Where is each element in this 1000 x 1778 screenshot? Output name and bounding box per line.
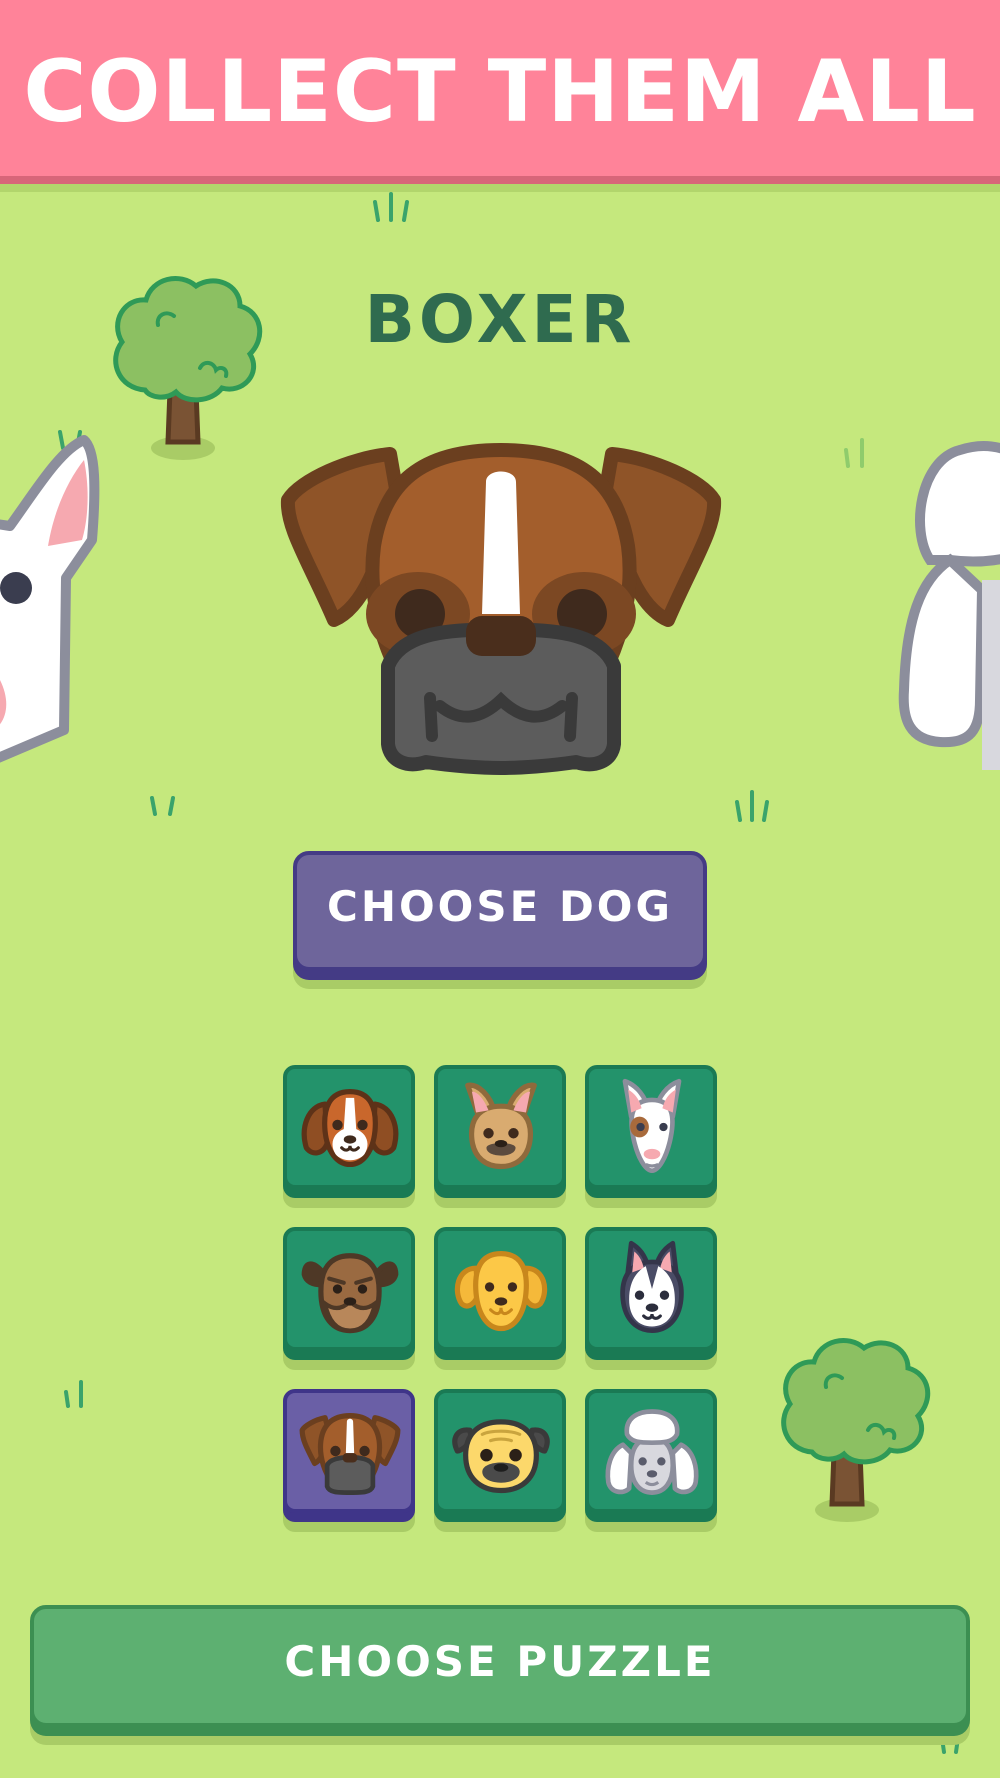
bull-terrier-preview	[0, 435, 100, 763]
dog-tile-terrier[interactable]	[283, 1227, 415, 1351]
grass-tuft-icon	[64, 1380, 83, 1408]
dog-tile-pug[interactable]	[434, 1389, 566, 1513]
pug-icon	[452, 1419, 550, 1494]
dog-tile-golden-retriever[interactable]	[434, 1227, 566, 1351]
grass-tuft-icon	[940, 1736, 960, 1754]
beagle-icon	[301, 1089, 399, 1168]
boxer-icon	[299, 1413, 401, 1495]
grass-tuft-icon	[735, 790, 769, 822]
boxer-large-icon	[280, 443, 722, 775]
poodle-preview	[898, 441, 1000, 770]
grass-tuft-icon	[373, 192, 409, 222]
dog-tile-beagle[interactable]	[283, 1065, 415, 1189]
grass-tuft-icon	[844, 438, 864, 468]
terrier-icon	[301, 1253, 399, 1334]
poodle-icon	[605, 1409, 699, 1495]
dog-tile-boxer[interactable]	[283, 1389, 415, 1513]
header-banner: COLLECT THEM ALL	[0, 0, 1000, 176]
bull-terrier-icon	[622, 1078, 682, 1174]
choose-dog-button[interactable]: CHOOSE DOG	[293, 851, 707, 971]
french-bulldog-icon	[465, 1082, 537, 1170]
dog-tile-poodle[interactable]	[585, 1389, 717, 1513]
selected-dog-name: BOXER	[364, 281, 636, 358]
dog-tile-french-bulldog[interactable]	[434, 1065, 566, 1189]
tree-icon	[781, 1338, 931, 1522]
golden-retriever-icon	[454, 1251, 548, 1332]
grass-tuft-icon	[150, 796, 175, 816]
dog-tile-bull-terrier[interactable]	[585, 1065, 717, 1189]
dog-tile-husky[interactable]	[585, 1227, 717, 1351]
choose-puzzle-button[interactable]: CHOOSE PUZZLE	[30, 1605, 970, 1727]
banner-title: COLLECT THEM ALL	[23, 42, 977, 142]
husky-icon	[620, 1240, 684, 1333]
